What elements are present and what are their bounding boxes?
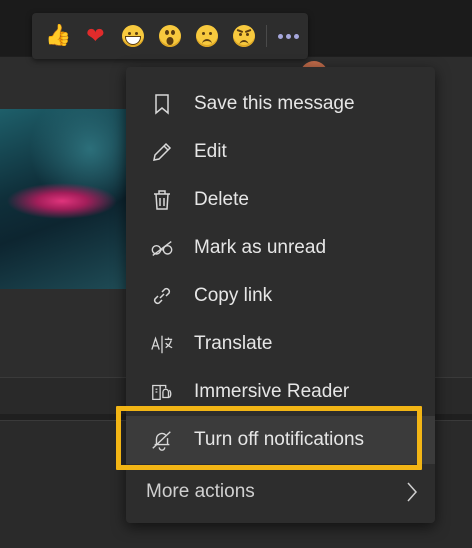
- message-image[interactable]: [0, 109, 128, 289]
- menu-item-label: Copy link: [194, 285, 273, 306]
- menu-item-label: Edit: [194, 141, 227, 162]
- immersive-reader-icon: [150, 380, 174, 404]
- menu-item-delete[interactable]: Delete: [126, 176, 435, 224]
- menu-item-label: Translate: [194, 333, 273, 354]
- reaction-heart-button[interactable]: ❤: [77, 13, 114, 59]
- more-options-button[interactable]: [273, 13, 303, 59]
- reaction-angry-button[interactable]: [225, 13, 262, 59]
- thumbs-up-icon: 👍: [45, 24, 72, 47]
- more-actions-label: More actions: [146, 481, 255, 502]
- laugh-face-icon: [121, 25, 144, 47]
- pencil-icon: [150, 140, 174, 164]
- chevron-right-icon: [405, 480, 419, 504]
- menu-item-label: Immersive Reader: [194, 381, 350, 402]
- dot: [277, 33, 283, 39]
- reaction-like-button[interactable]: 👍: [40, 13, 77, 59]
- highlight-box: [116, 406, 422, 470]
- trash-icon: [150, 188, 174, 212]
- unread-glasses-icon: [150, 236, 174, 260]
- reaction-laugh-button[interactable]: [114, 13, 151, 59]
- surprised-face-icon: [158, 25, 181, 47]
- menu-item-mark-unread[interactable]: Mark as unread: [126, 224, 435, 272]
- menu-item-translate[interactable]: Translate: [126, 320, 435, 368]
- link-icon: [150, 284, 174, 308]
- angry-face-icon: [232, 25, 255, 47]
- menu-item-label: Save this message: [194, 93, 355, 114]
- dot: [285, 33, 291, 39]
- reaction-separator: [266, 25, 267, 47]
- reaction-surprised-button[interactable]: [151, 13, 188, 59]
- menu-item-label: Delete: [194, 189, 249, 210]
- menu-item-save-message[interactable]: Save this message: [126, 80, 435, 128]
- menu-item-label: Mark as unread: [194, 237, 327, 258]
- reaction-bar: 👍 ❤: [32, 13, 308, 59]
- reaction-sad-button[interactable]: [188, 13, 225, 59]
- translate-icon: [150, 332, 174, 356]
- menu-item-edit[interactable]: Edit: [126, 128, 435, 176]
- heart-icon: ❤: [86, 23, 105, 48]
- menu-item-more-actions[interactable]: More actions: [126, 467, 435, 517]
- dot: [293, 33, 299, 39]
- sad-face-icon: [195, 25, 218, 47]
- menu-item-copy-link[interactable]: Copy link: [126, 272, 435, 320]
- bookmark-icon: [150, 92, 174, 116]
